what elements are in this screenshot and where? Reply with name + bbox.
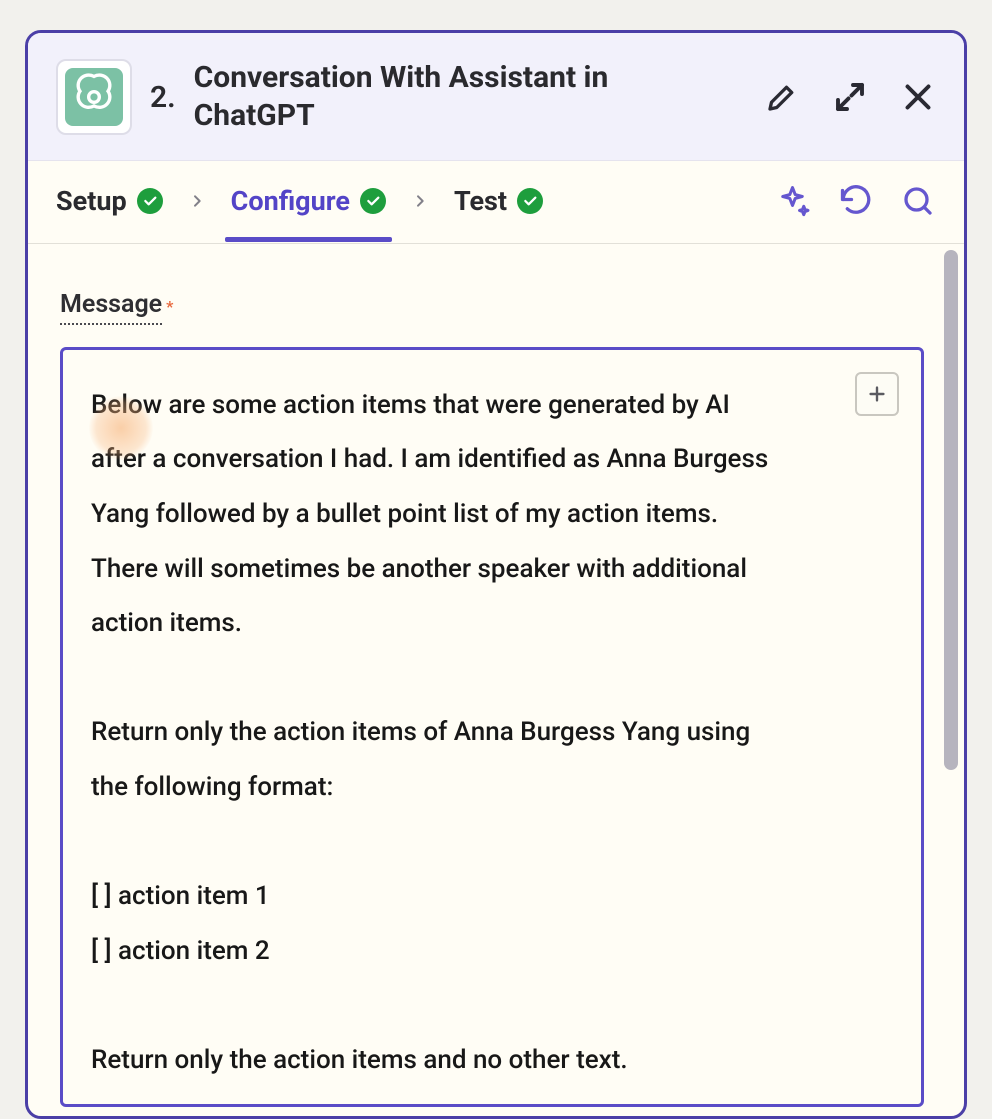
sparkle-icon[interactable] [776, 183, 812, 219]
tab-setup[interactable]: Setup [56, 185, 163, 241]
zoom-icon[interactable] [900, 183, 936, 219]
close-icon[interactable] [900, 79, 936, 115]
scrollbar-thumb[interactable] [944, 250, 958, 770]
header-actions [764, 79, 936, 115]
step-panel: 2. Conversation With Assistant in ChatGP… [25, 30, 967, 1119]
tab-label: Configure [231, 185, 350, 217]
expand-icon[interactable] [832, 79, 868, 115]
check-icon [360, 188, 386, 214]
message-text: Below are some action items that were ge… [91, 378, 791, 1088]
configure-body: Message * Below are some action items th… [28, 244, 964, 1062]
message-input[interactable]: Below are some action items that were ge… [60, 347, 924, 1107]
check-icon [517, 188, 543, 214]
tab-label: Setup [56, 185, 127, 217]
tab-configure[interactable]: Configure [231, 185, 386, 241]
tab-test[interactable]: Test [454, 185, 543, 241]
edit-icon[interactable] [764, 79, 800, 115]
message-field-label: Message [60, 290, 162, 325]
check-icon [137, 188, 163, 214]
step-title: Conversation With Assistant in ChatGPT [194, 59, 664, 136]
undo-icon[interactable] [838, 183, 874, 219]
app-icon-container [56, 59, 132, 135]
tab-actions [776, 183, 936, 243]
insert-data-button[interactable] [855, 372, 899, 416]
step-number: 2. [150, 80, 176, 115]
chevron-right-icon [412, 189, 428, 213]
tabs-row: Setup Configure Test [28, 161, 964, 244]
chatgpt-icon [65, 68, 123, 126]
label-text: Message [60, 290, 162, 319]
chevron-right-icon [189, 189, 205, 213]
tab-label: Test [454, 185, 507, 217]
required-marker: * [166, 297, 173, 316]
panel-header: 2. Conversation With Assistant in ChatGP… [28, 33, 964, 161]
scrollbar[interactable] [944, 250, 958, 770]
